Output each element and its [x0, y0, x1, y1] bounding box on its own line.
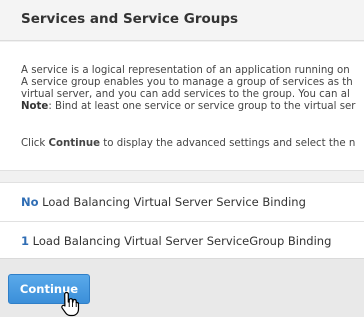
service-binding-count[interactable]: No	[21, 195, 39, 209]
panel-header: Services and Service Groups	[0, 0, 364, 41]
click-prefix: Click	[21, 138, 49, 149]
description-block: A service is a logical representation of…	[0, 42, 364, 170]
service-binding-row[interactable]: No Load Balancing Virtual Server Service…	[0, 183, 364, 221]
note-text: : Bind at least one service or service g…	[48, 101, 356, 112]
description-line-2: A service group enables you to manage a …	[21, 77, 353, 88]
description-continue-hint: Click Continue to display the advanced s…	[21, 138, 355, 150]
note-label: Note	[21, 101, 49, 112]
hand-pointer-icon	[61, 291, 80, 317]
click-suffix: to display the advanced settings and sel…	[100, 138, 356, 149]
panel-title: Services and Service Groups	[21, 11, 239, 27]
services-panel: Services and Service Groups A service is…	[0, 0, 364, 317]
description-line-1: A service is a logical representation of…	[21, 65, 350, 76]
servicegroup-binding-label[interactable]: Load Balancing Virtual Server ServiceGro…	[29, 234, 332, 248]
description-note: Note: Bind at least one service or servi…	[21, 101, 355, 113]
servicegroup-binding-text[interactable]: 1 Load Balancing Virtual Server ServiceG…	[21, 234, 331, 248]
servicegroup-binding-row[interactable]: 1 Load Balancing Virtual Server ServiceG…	[0, 222, 364, 260]
service-binding-text[interactable]: No Load Balancing Virtual Server Service…	[21, 195, 306, 209]
panel-footer: Continue	[0, 258, 364, 317]
servicegroup-binding-count[interactable]: 1	[21, 234, 29, 248]
description-line-3: virtual server, and you can add services…	[21, 89, 350, 100]
service-binding-label[interactable]: Load Balancing Virtual Server Service Bi…	[39, 195, 306, 209]
click-keyword: Continue	[48, 138, 101, 149]
